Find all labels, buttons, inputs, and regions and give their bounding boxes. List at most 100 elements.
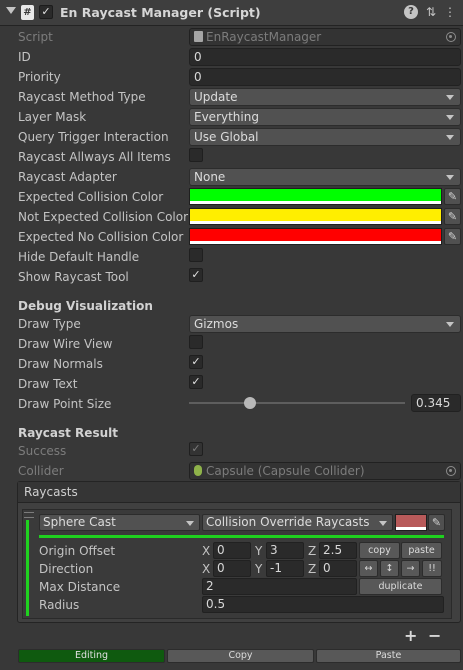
- collider-field[interactable]: Capsule (Capsule Collider): [189, 462, 461, 480]
- raycast-adapter-label: Raycast Adapter: [18, 170, 117, 184]
- layer-mask-value: Everything: [194, 110, 259, 124]
- forward-arrow-icon[interactable]: →: [401, 560, 420, 577]
- priority-label: Priority: [18, 70, 61, 84]
- draw-point-size-field[interactable]: 0.345: [411, 394, 461, 412]
- draw-text-checkbox[interactable]: ✓: [189, 375, 203, 389]
- paste-offset-button[interactable]: paste: [401, 542, 442, 559]
- component-header: # ✓ En Raycast Manager (Script) ? ⇅ ⋮: [0, 0, 463, 26]
- draw-point-size-slider-handle[interactable]: [244, 397, 256, 409]
- direction-z[interactable]: 0: [319, 560, 357, 577]
- menu-icon[interactable]: ⋮: [443, 5, 457, 19]
- collider-value: Capsule (Capsule Collider): [206, 464, 365, 478]
- raycast-color-swatch[interactable]: [395, 514, 427, 531]
- z-axis-label: Z: [308, 562, 317, 576]
- origin-offset-x[interactable]: 0: [213, 542, 251, 559]
- not-expected-collision-color-label: Not Expected Collision Color: [18, 210, 189, 224]
- raycast-method-type-value: Update: [194, 90, 238, 104]
- vertical-arrows-icon[interactable]: ↕: [380, 560, 399, 577]
- help-icon[interactable]: ?: [404, 5, 418, 19]
- radius-label: Radius: [39, 598, 80, 612]
- raycast-always-all-items-checkbox[interactable]: [189, 148, 203, 162]
- eyedropper-icon[interactable]: ✎: [428, 514, 445, 531]
- draw-point-size-slider-track[interactable]: [189, 402, 405, 404]
- script-label: Script: [18, 30, 53, 44]
- raycast-result-heading: Raycast Result: [18, 426, 118, 440]
- object-picker-icon[interactable]: [446, 466, 456, 476]
- draw-wire-view-checkbox[interactable]: [189, 335, 203, 349]
- z-axis-label: Z: [308, 544, 317, 558]
- object-picker-icon[interactable]: [446, 32, 456, 42]
- item-separator: [39, 535, 444, 538]
- chevron-down-icon: [446, 115, 454, 120]
- enable-toggle[interactable]: ✓: [39, 5, 53, 19]
- direction-y[interactable]: -1: [266, 560, 304, 577]
- copy-button[interactable]: Copy: [167, 649, 314, 663]
- paste-button[interactable]: Paste: [316, 649, 461, 663]
- raycasts-list-header: Raycasts: [18, 482, 460, 503]
- raycast-adapter-value: None: [194, 170, 226, 184]
- script-file-icon: [194, 31, 203, 42]
- query-trigger-interaction-value: Use Global: [194, 130, 259, 144]
- show-raycast-tool-checkbox[interactable]: ✓: [189, 268, 203, 282]
- id-field[interactable]: 0: [189, 48, 461, 66]
- layer-mask-dropdown[interactable]: Everything: [189, 108, 461, 126]
- remove-item-button[interactable]: −: [428, 626, 441, 645]
- radius-field[interactable]: 0.5: [202, 596, 444, 613]
- script-value: EnRaycastManager: [206, 30, 322, 44]
- draw-type-label: Draw Type: [18, 317, 81, 331]
- raycast-method-type-dropdown[interactable]: Update: [189, 88, 461, 106]
- chevron-down-icon: [186, 521, 194, 526]
- hide-default-handle-checkbox[interactable]: [189, 248, 203, 262]
- horizontal-arrows-icon[interactable]: ↔: [359, 560, 378, 577]
- eyedropper-icon[interactable]: ✎: [444, 228, 461, 245]
- origin-offset-y[interactable]: 3: [266, 542, 304, 559]
- success-checkbox: ✓: [189, 442, 203, 456]
- y-axis-label: Y: [255, 544, 263, 558]
- copy-offset-button[interactable]: copy: [359, 542, 400, 559]
- script-field[interactable]: EnRaycastManager: [189, 28, 461, 46]
- direction-x[interactable]: 0: [213, 560, 251, 577]
- not-expected-collision-color-swatch[interactable]: [189, 208, 442, 225]
- add-item-button[interactable]: +: [404, 626, 417, 645]
- invert-direction-icon[interactable]: !!: [422, 560, 442, 577]
- debug-visualization-heading: Debug Visualization: [18, 299, 153, 313]
- component-title: En Raycast Manager (Script): [60, 5, 261, 20]
- draw-wire-view-label: Draw Wire View: [18, 337, 113, 351]
- x-axis-label: X: [202, 562, 211, 576]
- eyedropper-icon[interactable]: ✎: [444, 208, 461, 225]
- item-status-bar: [26, 520, 29, 616]
- collision-override-value: Collision Override Raycasts: [206, 515, 370, 529]
- collision-override-dropdown[interactable]: Collision Override Raycasts: [202, 514, 393, 531]
- id-label: ID: [18, 50, 31, 64]
- draw-point-size-label: Draw Point Size: [18, 397, 112, 411]
- direction-label: Direction: [39, 562, 94, 576]
- query-trigger-interaction-dropdown[interactable]: Use Global: [189, 128, 461, 146]
- alpha-bar: [190, 221, 441, 224]
- collider-label: Collider: [18, 464, 64, 478]
- draw-type-dropdown[interactable]: Gizmos: [189, 315, 461, 333]
- origin-offset-label: Origin Offset: [39, 544, 116, 558]
- priority-field[interactable]: 0: [189, 68, 461, 86]
- draw-normals-label: Draw Normals: [18, 357, 103, 371]
- max-distance-label: Max Distance: [39, 580, 121, 594]
- draw-normals-checkbox[interactable]: ✓: [189, 355, 203, 369]
- drag-handle-icon[interactable]: [24, 512, 34, 518]
- expected-collision-color-swatch[interactable]: [189, 188, 442, 205]
- success-label: Success: [18, 444, 67, 458]
- expected-no-collision-color-label: Expected No Collision Color: [18, 230, 184, 244]
- fold-arrow-icon[interactable]: [6, 7, 16, 14]
- raycast-adapter-dropdown[interactable]: None: [189, 168, 461, 186]
- origin-offset-z[interactable]: 2.5: [319, 542, 357, 559]
- expected-no-collision-color-swatch[interactable]: [189, 228, 442, 245]
- editing-button[interactable]: Editing: [18, 649, 165, 663]
- eyedropper-icon[interactable]: ✎: [444, 188, 461, 205]
- alpha-bar: [396, 527, 426, 530]
- settings-icon[interactable]: ⇅: [424, 5, 438, 19]
- alpha-bar: [190, 241, 441, 244]
- duplicate-button[interactable]: duplicate: [359, 578, 442, 595]
- chevron-down-icon: [446, 175, 454, 180]
- chevron-down-icon: [446, 322, 454, 327]
- cast-type-dropdown[interactable]: Sphere Cast: [39, 514, 200, 531]
- max-distance-field[interactable]: 2: [202, 578, 357, 595]
- show-raycast-tool-label: Show Raycast Tool: [18, 270, 129, 284]
